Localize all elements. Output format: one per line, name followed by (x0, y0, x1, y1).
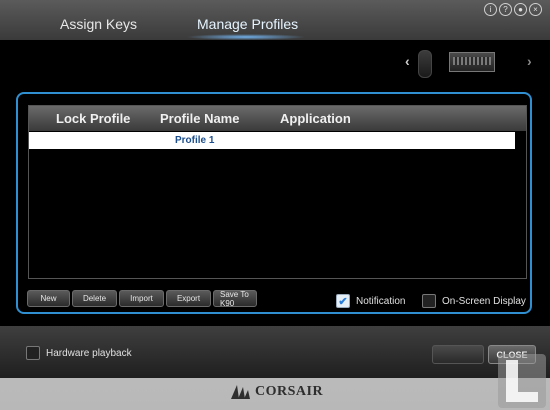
hardware-playback-option: Hardware playback (26, 346, 132, 360)
table-row[interactable]: Profile 1 (29, 132, 515, 149)
close-icon[interactable]: × (529, 3, 542, 16)
help-icon[interactable]: ? (499, 3, 512, 16)
corsair-logo: CORSAIR (229, 383, 323, 401)
profiles-table: Lock Profile Profile Name Application Pr… (28, 105, 527, 279)
sails-icon (231, 385, 250, 399)
import-button[interactable]: Import (119, 290, 164, 307)
bottom-bar: Hardware playback CLOSE (0, 326, 550, 378)
previous-device-arrow-icon[interactable]: ‹ (405, 53, 410, 69)
column-profile-name[interactable]: Profile Name (160, 111, 239, 126)
notification-label: Notification (356, 295, 406, 307)
profiles-panel: Lock Profile Profile Name Application Pr… (16, 92, 532, 314)
on-screen-display-label: On-Screen Display (442, 295, 526, 307)
notification-option: ✔ Notification (336, 294, 405, 308)
info-icon[interactable]: i (484, 3, 497, 16)
mouse-device-icon[interactable] (418, 50, 432, 78)
hardware-playback-label: Hardware playback (46, 347, 132, 359)
profile-name-cell: Profile 1 (175, 135, 215, 146)
column-application[interactable]: Application (280, 111, 351, 126)
main-area: ‹ › Lock Profile Profile Name Applicatio… (0, 40, 550, 330)
column-lock-profile[interactable]: Lock Profile (56, 111, 130, 126)
globe-icon[interactable]: ● (514, 3, 527, 16)
export-button[interactable]: Export (166, 290, 211, 307)
tab-bar: Assign Keys Manage Profiles i ? ● × (0, 0, 550, 40)
on-screen-display-option: On-Screen Display (422, 294, 526, 308)
next-device-arrow-icon[interactable]: › (527, 53, 532, 69)
keyboard-device-icon[interactable] (449, 52, 495, 72)
tab-manage-profiles[interactable]: Manage Profiles (197, 16, 298, 32)
app-window: Assign Keys Manage Profiles i ? ● × ‹ › … (0, 0, 550, 410)
tab-assign-keys[interactable]: Assign Keys (60, 16, 137, 32)
window-controls: i ? ● × (484, 3, 542, 16)
notification-checkbox[interactable]: ✔ (336, 294, 350, 308)
watermark-logo-icon (498, 354, 546, 408)
profile-actions: New Delete Import Export Save To K90 (27, 290, 257, 308)
hardware-playback-checkbox[interactable] (26, 346, 40, 360)
on-screen-display-checkbox[interactable] (422, 294, 436, 308)
delete-button[interactable]: Delete (72, 290, 117, 307)
apply-button[interactable] (432, 345, 484, 364)
new-button[interactable]: New (27, 290, 70, 307)
table-scrollbar[interactable] (516, 132, 526, 277)
brand-name: CORSAIR (255, 384, 324, 399)
table-header: Lock Profile Profile Name Application (29, 106, 526, 131)
save-to-device-button[interactable]: Save To K90 (213, 290, 257, 308)
